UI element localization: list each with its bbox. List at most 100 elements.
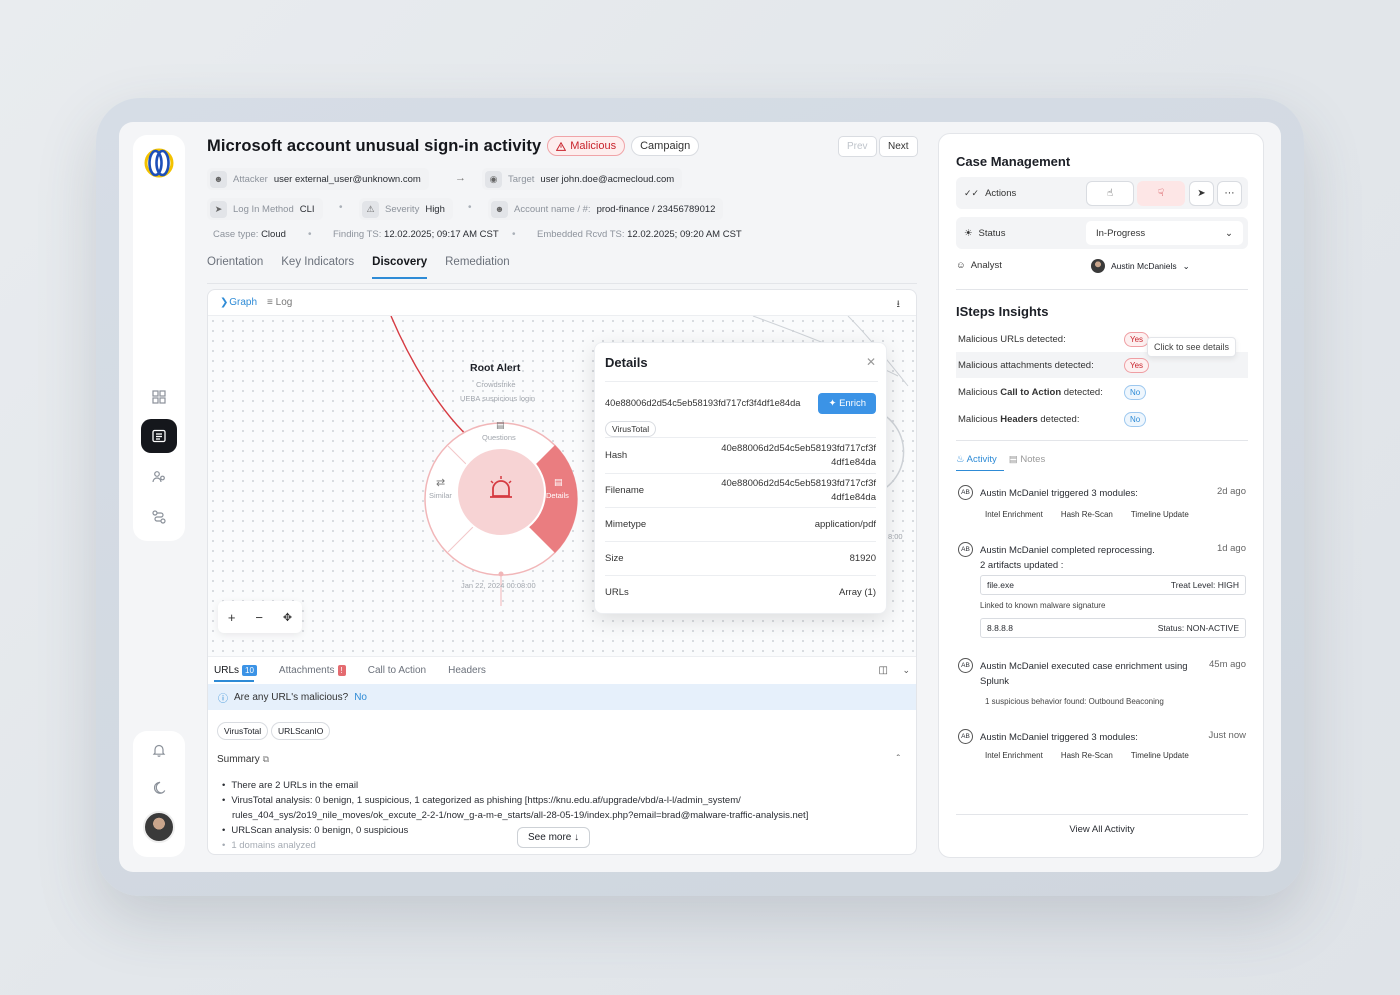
- summary-item: VirusTotal analysis: 0 benign, 1 suspici…: [222, 793, 902, 808]
- tab-remediation[interactable]: Remediation: [445, 256, 510, 279]
- yes-pill[interactable]: Yes: [1124, 357, 1150, 373]
- artifact-row[interactable]: file.exe Treat Level: HIGH: [980, 575, 1246, 595]
- graph-canvas[interactable]: Root Alert Crowdstrike UEBA suspicious l…: [208, 316, 916, 656]
- tab-headers[interactable]: Headers: [448, 665, 486, 676]
- notes-icon: ▤: [1008, 454, 1018, 465]
- urlscanio-chip[interactable]: URLScanIO: [271, 722, 331, 740]
- insight-row-cta: Malicious Call to Action detected: No: [956, 379, 1248, 405]
- file-sha: 40e88006d2d54c5eb58193fd717cf3f4df1e84da: [605, 398, 801, 408]
- details-label[interactable]: Details: [546, 491, 569, 500]
- question-answer: No: [354, 691, 367, 703]
- chevron-down-icon[interactable]: ⌄: [902, 665, 910, 676]
- prev-button[interactable]: Prev: [838, 136, 877, 157]
- chevron-up-icon[interactable]: ˆ: [897, 754, 900, 765]
- enrich-button[interactable]: ✦ Enrich: [818, 393, 876, 414]
- view-all-activity-link[interactable]: View All Activity: [939, 824, 1265, 835]
- no-pill[interactable]: No: [1124, 411, 1147, 427]
- separator-dot: •: [308, 229, 312, 240]
- details-icon: ▤: [554, 477, 563, 487]
- tab-key-indicators[interactable]: Key Indicators: [281, 256, 354, 279]
- title-row: Microsoft account unusual sign-in activi…: [207, 136, 700, 156]
- users-icon[interactable]: [141, 460, 177, 494]
- divider: [956, 814, 1248, 815]
- download-icon[interactable]: ⭳: [897, 297, 901, 314]
- chevron-down-icon: ⌄: [1182, 260, 1190, 271]
- case-type: Case type: Cloud: [213, 229, 286, 240]
- moon-icon[interactable]: [141, 771, 177, 805]
- see-more-button[interactable]: See more ↓: [517, 827, 591, 848]
- questions-icon: ▤: [496, 420, 505, 430]
- finding-ts-label: Finding TS:: [333, 229, 382, 240]
- tab-urls[interactable]: URLs 10: [214, 665, 257, 676]
- graph-tab[interactable]: ❯ Graph: [220, 297, 257, 308]
- cases-icon[interactable]: [141, 419, 177, 453]
- target-value: user john.doe@acmecloud.com: [540, 173, 675, 185]
- warning-icon: ⚠: [362, 200, 379, 218]
- user-avatar[interactable]: [143, 811, 175, 843]
- flows-icon[interactable]: [141, 500, 177, 534]
- user-initials: AB: [958, 485, 973, 500]
- fit-view-icon[interactable]: ✥: [283, 611, 292, 624]
- dashboard-icon[interactable]: [141, 380, 177, 414]
- thumbs-down-button[interactable]: ☟: [1137, 181, 1185, 206]
- virustotal-chip[interactable]: VirusTotal: [605, 421, 657, 437]
- root-alert-node: [456, 447, 546, 537]
- copy-icon[interactable]: ⧉: [263, 754, 269, 764]
- account-icon: ☻: [491, 200, 508, 218]
- next-button[interactable]: Next: [879, 136, 918, 157]
- tab-discovery[interactable]: Discovery: [372, 256, 428, 279]
- user-initials: AB: [958, 729, 973, 744]
- status-select[interactable]: In-Progress ⌄: [1086, 221, 1243, 245]
- user-circle-icon: ☺: [956, 260, 966, 271]
- close-icon[interactable]: ✕: [866, 355, 876, 369]
- severity-chip: ⚠ Severity High: [359, 198, 453, 220]
- detail-row-size: Size 81920: [605, 541, 876, 575]
- login-method-chip: ➤ Log In Method CLI: [207, 198, 323, 220]
- tab-activity[interactable]: ♨ Activity: [956, 454, 997, 465]
- case-tabs: Orientation Key Indicators Discovery Rem…: [207, 256, 510, 279]
- campaign-badge[interactable]: Campaign: [631, 136, 700, 156]
- target-label: Target: [508, 173, 535, 185]
- check-icon: ✓✓: [964, 187, 980, 198]
- swap-icon: ⇄: [436, 477, 446, 489]
- zoom-out-button[interactable]: −: [255, 610, 263, 625]
- connection-line: [390, 316, 477, 445]
- more-button[interactable]: ⋯: [1217, 181, 1242, 206]
- bell-icon: ♨: [956, 454, 965, 465]
- status-icon: ☀: [964, 227, 973, 239]
- analyst-label: Analyst: [970, 260, 1002, 271]
- similar-label[interactable]: Similar: [429, 491, 452, 500]
- no-pill[interactable]: No: [1124, 384, 1147, 400]
- warning-icon: [556, 141, 567, 151]
- zoom-in-button[interactable]: +: [228, 610, 236, 625]
- tab-call-to-action[interactable]: Call to Action: [368, 665, 426, 676]
- embedded-ts-label: Embedded Rcvd TS:: [537, 229, 625, 240]
- log-tab[interactable]: ≡ Log: [267, 297, 292, 308]
- case-management-title: Case Management: [956, 154, 1071, 169]
- yes-pill[interactable]: Yes: [1124, 331, 1150, 347]
- split-view-icon[interactable]: ◫: [879, 665, 888, 676]
- severity-value: High: [425, 203, 445, 215]
- thumbs-up-button[interactable]: ☝: [1086, 181, 1134, 206]
- tab-attachments[interactable]: Attachments!: [279, 665, 346, 676]
- send-button[interactable]: ➤: [1189, 181, 1214, 206]
- graph-view-toggle: ❯ Graph ≡ Log ⭳: [208, 290, 916, 316]
- main-panel: Microsoft account unusual sign-in activi…: [190, 122, 930, 870]
- summary-label: Summary ⧉: [217, 754, 270, 765]
- analyst-select[interactable]: Austin McDaniels ⌄: [1091, 259, 1190, 273]
- account-value: prod-finance / 23456789012: [596, 203, 716, 215]
- tab-orientation[interactable]: Orientation: [207, 256, 263, 279]
- malicious-badge[interactable]: Malicious: [547, 136, 626, 156]
- malicious-badge-label: Malicious: [570, 140, 617, 152]
- virustotal-chip[interactable]: VirusTotal: [217, 722, 269, 740]
- artifact-row[interactable]: 8.8.8.8 Status: NON-ACTIVE: [980, 618, 1246, 638]
- separator-dot: •: [468, 202, 472, 213]
- bell-icon[interactable]: [141, 733, 177, 767]
- severity-label: Severity: [385, 203, 420, 215]
- questions-label[interactable]: Questions: [482, 433, 516, 442]
- finding-ts-value: 12.02.2025; 09:17 AM CST: [384, 229, 499, 240]
- sidebar-nav: [133, 135, 185, 541]
- status-row: ☀ Status In-Progress ⌄: [956, 217, 1248, 249]
- tab-notes[interactable]: ▤ Notes: [1009, 454, 1045, 465]
- divider: [956, 289, 1248, 290]
